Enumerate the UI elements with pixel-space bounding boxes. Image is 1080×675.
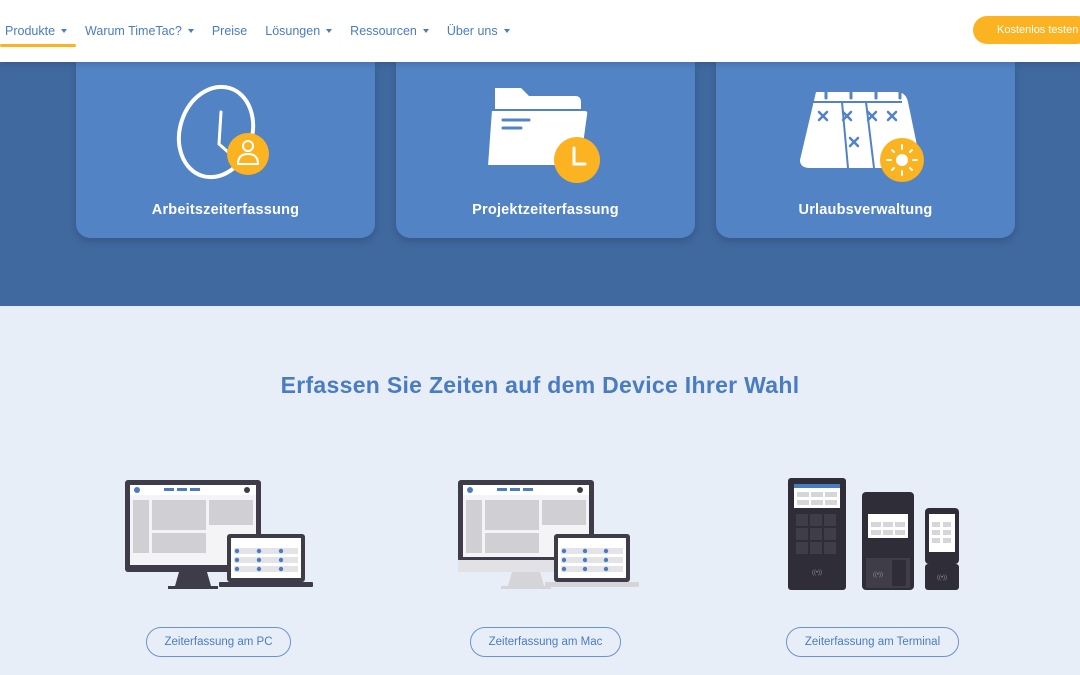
clock-user-icon [176,84,269,180]
pc-laptop-icon [125,480,313,589]
product-hero: Arbeitszeiterfassung Projektzeiterfassun… [0,62,1080,306]
svg-text:((•)): ((•)) [812,570,822,576]
mac-time-tracking-button[interactable]: Zeiterfassung am Mac [470,627,621,657]
nav-item-warum-timetac[interactable]: Warum TimeTac? [76,0,203,62]
product-card-label: Projektzeiterfassung [472,202,619,218]
chevron-down-icon [422,29,429,33]
nav-item-label: Lösungen [265,24,321,38]
chevron-down-icon [61,29,68,33]
svg-text:((•)): ((•)) [937,575,947,581]
nav-menu: Produkte Warum TimeTac? Preise Lösungen … [0,0,519,62]
folder-clock-icon [485,88,600,183]
top-navigation: Produkte Warum TimeTac? Preise Lösungen … [0,0,1080,62]
product-card-label: Urlaubsverwaltung [798,202,933,218]
nav-item-label: Ressourcen [350,24,417,38]
free-trial-button[interactable]: Kostenlos testen [973,16,1080,44]
nav-item-label: Warum TimeTac? [85,24,182,38]
nav-item-produkte[interactable]: Produkte [0,0,77,62]
nav-item-ressourcen[interactable]: Ressourcen [341,0,438,62]
nav-item-ueber-uns[interactable]: Über uns [438,0,519,62]
chevron-down-icon [326,29,333,33]
terminal-time-tracking-button[interactable]: Zeiterfassung am Terminal [786,627,959,657]
pc-time-tracking-button[interactable]: Zeiterfassung am PC [146,627,291,657]
nav-item-label: Produkte [5,24,56,38]
product-card-arbeitszeiterfassung[interactable]: Arbeitszeiterfassung [76,62,375,238]
svg-text:((•)): ((•)) [873,572,883,578]
chevron-down-icon [187,29,194,33]
nav-item-label: Über uns [446,24,498,38]
section-title: Erfassen Sie Zeiten auf dem Device Ihrer… [280,372,800,398]
mac-laptop-icon [458,480,639,589]
nav-item-preise[interactable]: Preise [203,0,256,62]
chevron-down-icon [503,29,510,33]
nav-item-label: Preise [211,24,248,38]
product-card-urlaubsverwaltung[interactable]: Urlaubsverwaltung [716,62,1015,238]
nav-item-loesungen[interactable]: Lösungen [256,0,341,62]
terminal-devices-icon: ((•)) ((•)) ((•)) [788,478,959,590]
calendar-sun-icon [799,84,924,182]
product-card-label: Arbeitszeiterfassung [151,202,300,218]
product-card-projektzeiterfassung[interactable]: Projektzeiterfassung [396,62,695,238]
